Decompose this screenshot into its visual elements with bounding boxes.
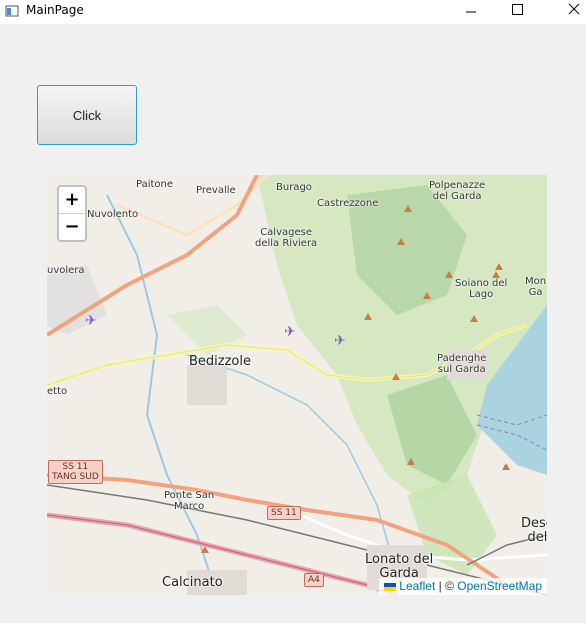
openstreetmap-link[interactable]: OpenStreetMap [457, 579, 542, 593]
attribution-separator: | © [435, 579, 458, 593]
road-shield: A4 [304, 573, 324, 587]
place-label: Polpenazze del Garda [429, 180, 486, 202]
place-label: Prevalle [196, 185, 236, 196]
map-view[interactable]: ✈ ✈ ✈ + − Paitone Prevalle Burago Polpen… [47, 175, 547, 595]
place-label: uvolera [47, 265, 85, 276]
place-label: Nuvolento [87, 209, 139, 220]
zoom-in-button[interactable]: + [59, 187, 85, 214]
place-label: Dese del [521, 516, 547, 545]
title-bar: MainPage [0, 0, 586, 24]
place-label: Castrezzone [317, 198, 379, 209]
place-label: Padenghe sul Garda [437, 353, 487, 375]
click-button[interactable]: Click [37, 85, 137, 145]
road-shield: SS 11 [267, 506, 301, 520]
place-label: Paitone [136, 179, 174, 190]
place-label: Burago [276, 182, 312, 193]
maximize-button[interactable] [494, 0, 540, 24]
zoom-control: + − [57, 185, 87, 242]
place-label: etto [47, 386, 68, 397]
leaflet-link[interactable]: Leaflet [399, 579, 435, 593]
place-label: Ponte San Marco [164, 490, 215, 512]
place-label: Lonato del Garda [365, 552, 434, 581]
road-shield: SS 11 TANG SUD [48, 460, 103, 484]
zoom-out-button[interactable]: − [59, 214, 85, 240]
place-label: Bedizzole [189, 354, 251, 369]
map-attribution: Leaflet | © OpenStreetMap [379, 578, 547, 595]
place-label: Soiano del Lago [455, 278, 508, 300]
place-label: Calvagese della Riviera [255, 227, 318, 249]
ukraine-flag-icon [384, 582, 397, 591]
svg-text:✈: ✈ [284, 324, 296, 340]
svg-text:✈: ✈ [334, 333, 346, 349]
place-label: Calcinato [162, 575, 223, 590]
svg-text:✈: ✈ [85, 313, 97, 329]
close-button[interactable] [540, 0, 586, 24]
minimize-button[interactable] [448, 0, 494, 24]
place-label: Mon Ga [525, 276, 547, 298]
app-icon [5, 5, 19, 17]
window-title: MainPage [26, 3, 84, 17]
